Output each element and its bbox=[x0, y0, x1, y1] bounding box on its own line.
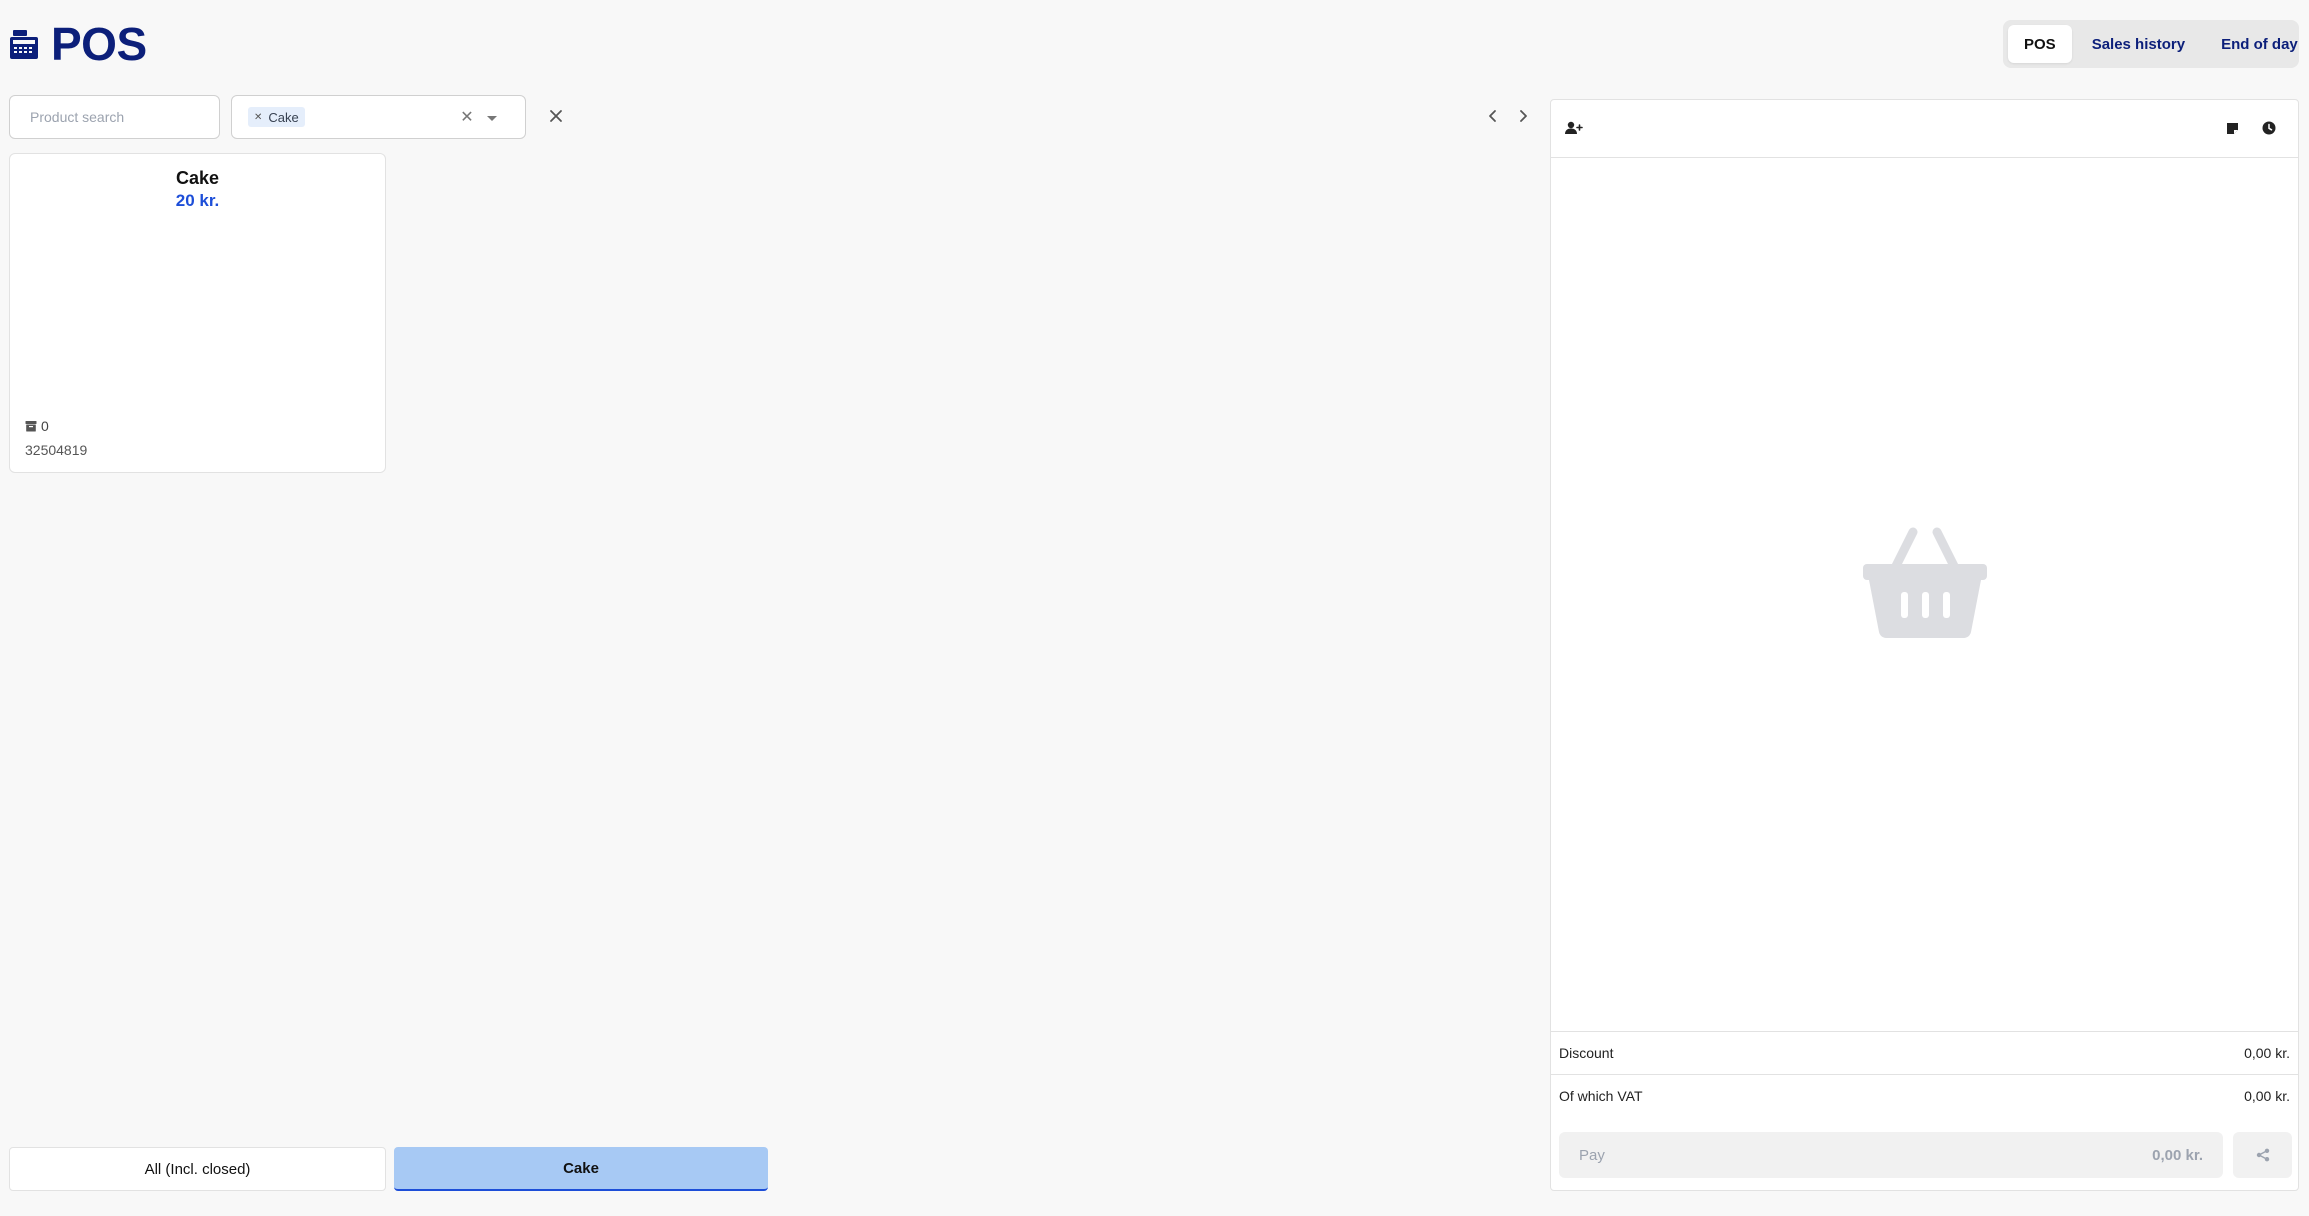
category-button-cake[interactable]: Cake bbox=[394, 1147, 768, 1191]
category-chip-label: Cake bbox=[268, 109, 299, 125]
share-button[interactable] bbox=[2233, 1132, 2292, 1178]
tab-sales-history[interactable]: Sales history bbox=[2076, 25, 2201, 63]
pay-button[interactable]: Pay 0,00 kr. bbox=[1559, 1132, 2223, 1178]
clock-icon bbox=[2262, 121, 2276, 135]
discount-row: Discount 0,00 kr. bbox=[1551, 1031, 2298, 1074]
user-plus-icon bbox=[1565, 121, 1583, 134]
vat-label: Of which VAT bbox=[1559, 1088, 1643, 1104]
pay-label: Pay bbox=[1579, 1146, 1605, 1164]
discount-value: 0,00 kr. bbox=[2244, 1045, 2290, 1061]
tab-pos[interactable]: POS bbox=[2008, 25, 2072, 63]
previous-page-button[interactable] bbox=[1482, 105, 1504, 127]
chevron-right-icon bbox=[1520, 110, 1527, 122]
category-button-all[interactable]: All (Incl. closed) bbox=[9, 1147, 386, 1191]
tab-end-of-day[interactable]: End of day bbox=[2205, 25, 2309, 63]
pay-total: 0,00 kr. bbox=[2152, 1146, 2203, 1164]
product-name: Cake bbox=[175, 168, 220, 188]
next-page-button[interactable] bbox=[1512, 105, 1534, 127]
view-tabs: POS Sales history End of day bbox=[2003, 20, 2299, 68]
product-stock-count: 0 bbox=[41, 418, 49, 434]
close-icon bbox=[550, 110, 562, 122]
category-filter-select[interactable]: ✕ Cake ✕ bbox=[231, 95, 526, 139]
discount-label: Discount bbox=[1559, 1045, 1614, 1061]
chevron-left-icon bbox=[1489, 110, 1496, 122]
app-title: POS bbox=[9, 14, 147, 74]
add-customer-button[interactable] bbox=[1563, 117, 1585, 139]
note-button[interactable] bbox=[2221, 117, 2243, 139]
cash-register-icon bbox=[10, 30, 38, 59]
product-sku: 32504819 bbox=[25, 442, 88, 458]
share-icon bbox=[2256, 1148, 2269, 1162]
clear-filters-button[interactable] bbox=[545, 105, 567, 127]
chip-remove-icon[interactable]: ✕ bbox=[254, 112, 262, 123]
cart-header bbox=[1551, 100, 2298, 158]
product-search-input[interactable] bbox=[9, 95, 220, 139]
select-clear-icon[interactable]: ✕ bbox=[457, 107, 477, 127]
vat-value: 0,00 kr. bbox=[2244, 1088, 2290, 1104]
product-card[interactable]: Cake 20 kr. 0 32504819 bbox=[9, 153, 386, 473]
note-icon bbox=[2226, 122, 2238, 134]
box-icon bbox=[25, 421, 37, 432]
history-button[interactable] bbox=[2258, 117, 2280, 139]
product-price: 20 kr. bbox=[175, 191, 220, 210]
product-stock: 0 bbox=[25, 418, 49, 434]
chevron-down-icon[interactable] bbox=[487, 116, 497, 121]
basket-icon bbox=[1863, 527, 1987, 638]
vat-row: Of which VAT 0,00 kr. bbox=[1551, 1074, 2298, 1117]
page-title: POS bbox=[51, 18, 147, 70]
category-chip: ✕ Cake bbox=[248, 107, 305, 127]
cart-panel: Discount 0,00 kr. Of which VAT 0,00 kr. … bbox=[1550, 99, 2299, 1191]
